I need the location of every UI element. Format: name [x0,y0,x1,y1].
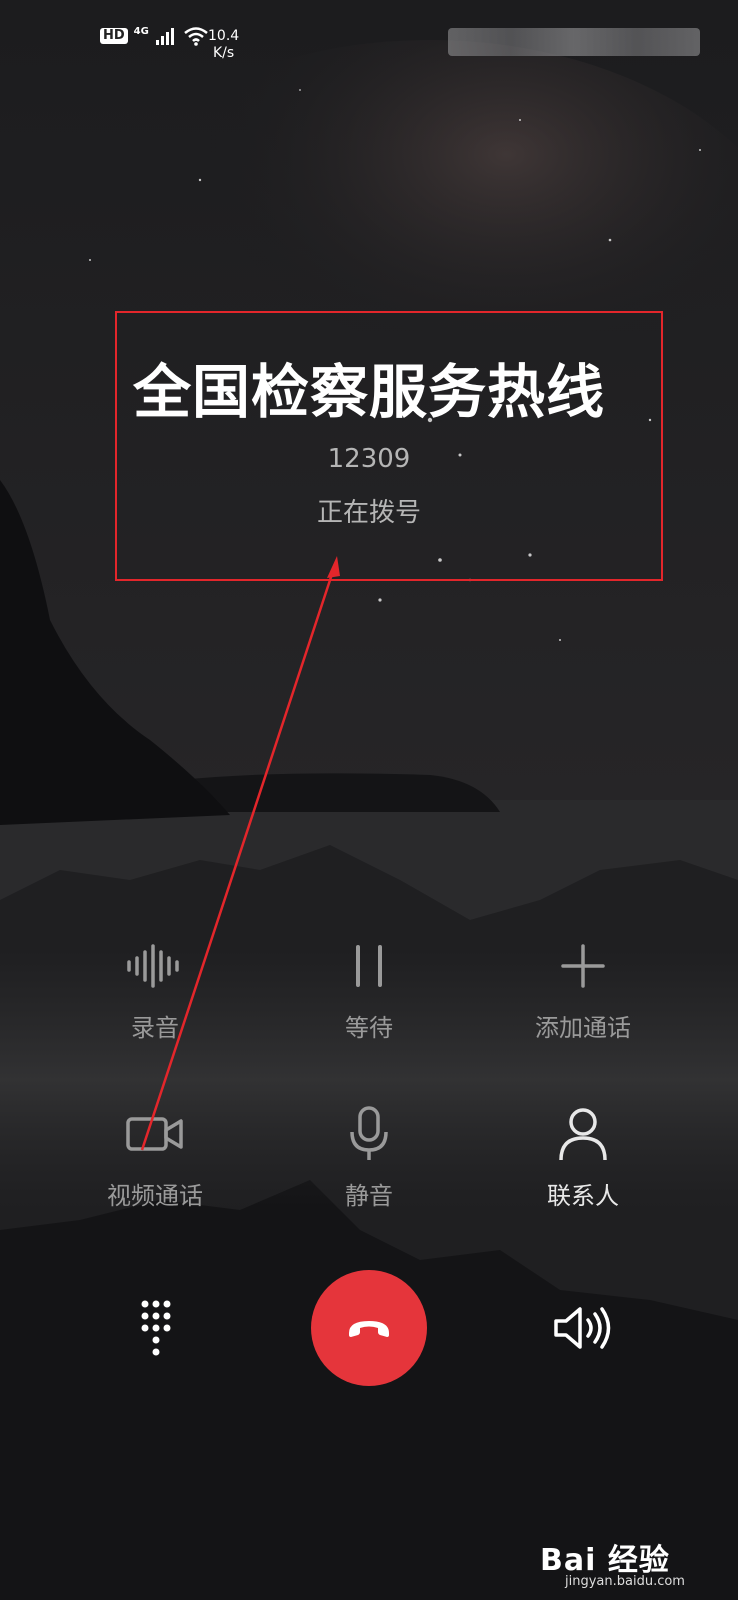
blurred-status-area [448,28,700,56]
contacts-button[interactable]: 联系人 [483,1104,683,1211]
speed-unit: K/s [212,45,235,61]
record-button[interactable]: 录音 [55,936,255,1043]
pause-icon [356,945,382,987]
hang-up-icon [349,1321,389,1337]
watermark-text: Bai 经验 [540,1543,670,1578]
video-camera-icon [126,1117,183,1151]
dialpad-button[interactable] [126,1296,186,1360]
caller-number: 12309 [327,444,411,474]
watermark-url: jingyan.baidu.com [565,1574,685,1589]
record-waveform-icon [127,944,179,988]
dialpad-icon [141,1300,171,1356]
mute-label: 静音 [345,1182,393,1210]
hd-badge: HD [100,28,128,44]
network-type: 4G [133,26,149,37]
video-call-label: 视频通话 [107,1182,203,1210]
mute-button[interactable]: 静音 [269,1104,469,1211]
person-icon [559,1108,607,1161]
call-status: 正在拨号 [316,498,421,528]
microphone-icon [350,1106,388,1160]
add-call-button[interactable]: 添加通话 [483,936,683,1043]
contacts-label: 联系人 [547,1182,619,1210]
baidu-jingyan-watermark: Bai 经验 [540,1535,670,1579]
video-call-button[interactable]: 视频通话 [55,1104,255,1211]
signal-icon [155,28,174,45]
hold-button[interactable]: 等待 [269,936,469,1043]
caller-name: 全国检察服务热线 [132,358,605,426]
status-icons: HD 4G [100,26,209,46]
status-bar: HD 4G 10.4 K/s [0,0,738,80]
record-label: 录音 [131,1014,179,1042]
speaker-button[interactable] [548,1300,618,1356]
speaker-icon [554,1307,611,1349]
hang-up-button[interactable] [311,1270,427,1386]
hold-label: 等待 [345,1014,393,1042]
wifi-icon [184,27,208,46]
add-call-label: 添加通话 [535,1014,631,1042]
plus-icon [561,944,605,988]
speed-value: 10.4 [208,28,240,44]
network-speed: 10.4 K/s [208,28,239,62]
